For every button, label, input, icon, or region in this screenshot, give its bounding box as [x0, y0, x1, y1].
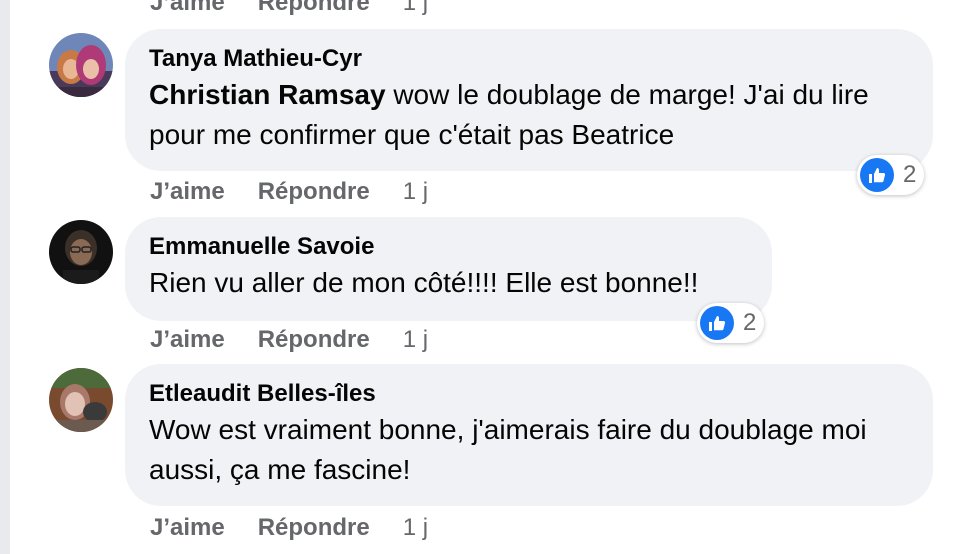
mention-link[interactable]: Christian Ramsay	[149, 79, 386, 110]
comment-author[interactable]: Tanya Mathieu-Cyr	[149, 43, 909, 75]
comment-timestamp[interactable]: 1 j	[403, 514, 428, 542]
reply-button[interactable]: Répondre	[258, 326, 370, 354]
comment-actions: J’aime Répondre 1 j	[150, 176, 428, 208]
thread-connector-line	[0, 0, 10, 554]
comment-actions: J’aime Répondre 1 j	[150, 512, 428, 544]
reaction-summary[interactable]: 2	[857, 155, 925, 195]
avatar[interactable]	[49, 368, 113, 432]
comment-text: Christian Ramsay wow le doublage de marg…	[149, 75, 909, 155]
like-button[interactable]: J’aime	[150, 326, 225, 354]
comment-bubble: Tanya Mathieu-Cyr Christian Ramsay wow l…	[125, 29, 933, 171]
reply-button[interactable]: Répondre	[258, 0, 370, 17]
avatar[interactable]	[49, 220, 113, 284]
reply-button[interactable]: Répondre	[258, 178, 370, 206]
like-button[interactable]: J’aime	[150, 178, 225, 206]
comment-timestamp[interactable]: 1 j	[403, 178, 428, 206]
comment-timestamp[interactable]: 1 j	[403, 0, 428, 17]
comment-author[interactable]: Etleaudit Belles-îles	[149, 378, 909, 410]
reaction-summary[interactable]: 2	[697, 303, 765, 343]
reaction-count: 2	[903, 161, 917, 188]
comment-text: Rien vu aller de mon côté!!!! Elle est b…	[149, 267, 699, 298]
thumbs-up-icon	[860, 158, 894, 192]
comment-bubble: Emmanuelle Savoie Rien vu aller de mon c…	[125, 217, 772, 321]
comment-actions: J’aime Répondre 1 j	[150, 324, 428, 356]
comment-timestamp[interactable]: 1 j	[403, 326, 428, 354]
comment-bubble: Etleaudit Belles-îles Wow est vraiment b…	[125, 364, 933, 506]
like-button[interactable]: J’aime	[150, 514, 225, 542]
comment-author[interactable]: Emmanuelle Savoie	[149, 231, 748, 263]
thumbs-up-icon	[700, 306, 734, 340]
avatar[interactable]	[49, 33, 113, 97]
comment-text: Wow est vraiment bonne, j'aimerais faire…	[149, 414, 867, 485]
previous-comment-actions: J’aime Répondre 1 j	[150, 0, 428, 18]
reaction-count: 2	[743, 309, 757, 336]
like-button[interactable]: J’aime	[150, 0, 225, 17]
reply-button[interactable]: Répondre	[258, 514, 370, 542]
